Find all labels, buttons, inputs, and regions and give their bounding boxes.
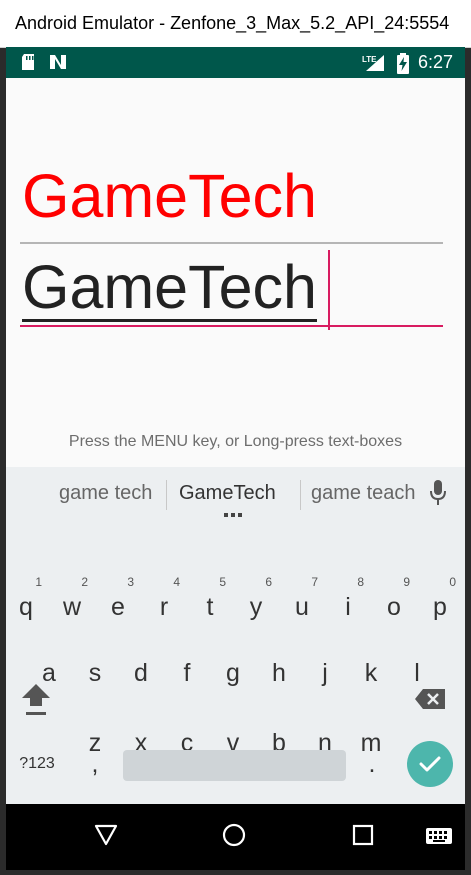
key-label: i	[345, 593, 351, 621]
more-suggestions-icon[interactable]	[224, 513, 242, 517]
key-label: g	[226, 659, 240, 687]
suggestion-3[interactable]: game teach	[311, 482, 416, 505]
home-icon[interactable]	[222, 823, 246, 847]
check-icon	[419, 756, 441, 772]
suggestion-bar: game tech GameTech game teach	[6, 467, 465, 523]
key-label: q	[19, 593, 33, 621]
microphone-icon[interactable]	[430, 480, 446, 506]
key-number-hint: 5	[219, 575, 226, 589]
lte-signal-icon: LTE	[362, 55, 384, 71]
text-input-value[interactable]: GameTech	[22, 257, 317, 322]
symbols-key[interactable]: ?123	[14, 741, 60, 787]
key-number-hint: 9	[403, 575, 410, 589]
key-i[interactable]: i8	[325, 576, 371, 630]
key-k[interactable]: k	[348, 650, 394, 696]
key-r[interactable]: r4	[141, 576, 187, 630]
key-number-hint: 7	[311, 575, 318, 589]
key-label: j	[322, 659, 328, 687]
key-h[interactable]: h	[256, 650, 302, 696]
key-number-hint: 6	[265, 575, 272, 589]
status-bar: LTE 6:27	[6, 47, 465, 78]
suggestion-1[interactable]: game tech	[59, 482, 152, 505]
backspace-icon	[415, 689, 445, 709]
svg-text:LTE: LTE	[362, 55, 377, 64]
status-clock: 6:27	[417, 52, 453, 72]
phone-screen: LTE 6:27 GameTech GameTech Press the MEN…	[6, 47, 465, 870]
heading-text: GameTech	[22, 162, 317, 230]
key-label: u	[295, 593, 309, 621]
text-cursor	[328, 250, 330, 330]
key-f[interactable]: f	[164, 650, 210, 696]
key-label: h	[272, 659, 286, 687]
key-label: e	[111, 593, 125, 621]
key-q[interactable]: q1	[6, 576, 49, 630]
key-t[interactable]: t5	[187, 576, 233, 630]
soft-keyboard: game tech GameTech game teach q1w2e3r4t5…	[6, 467, 465, 804]
key-label: p	[433, 593, 447, 621]
key-d[interactable]: d	[118, 650, 164, 696]
key-label: d	[134, 659, 148, 687]
back-icon[interactable]	[94, 824, 118, 846]
comma-key[interactable]: ,	[72, 741, 118, 787]
input-underline	[20, 325, 443, 327]
navigation-bar	[6, 804, 465, 870]
app-content: GameTech GameTech Press the MENU key, or…	[6, 78, 465, 484]
text-input-field[interactable]: GameTech	[20, 244, 443, 330]
window-title: Android Emulator - Zenfone_3_Max_5.2_API…	[15, 13, 450, 33]
shift-key[interactable]	[13, 676, 59, 722]
space-bar[interactable]	[123, 750, 346, 781]
key-number-hint: 2	[81, 575, 88, 589]
suggestion-2[interactable]: GameTech	[179, 482, 276, 505]
key-g[interactable]: g	[210, 650, 256, 696]
key-number-hint: 4	[173, 575, 180, 589]
key-w[interactable]: w2	[49, 576, 95, 630]
key-label: y	[249, 593, 263, 621]
key-label: o	[387, 593, 401, 621]
key-label: s	[88, 659, 102, 687]
recents-icon[interactable]	[352, 824, 374, 846]
key-label: f	[183, 659, 191, 687]
battery-charging-icon	[397, 53, 409, 74]
key-j[interactable]: j	[302, 650, 348, 696]
suggestion-separator	[300, 480, 301, 510]
key-label: t	[206, 593, 214, 621]
key-label: k	[364, 659, 378, 687]
hint-text: Press the MENU key, or Long-press text-b…	[68, 433, 403, 450]
key-number-hint: 3	[127, 575, 134, 589]
key-number-hint: 1	[35, 575, 42, 589]
sd-card-icon	[22, 54, 34, 70]
key-number-hint: 8	[357, 575, 364, 589]
window-titlebar: Android Emulator - Zenfone_3_Max_5.2_API…	[0, 0, 471, 48]
backspace-key[interactable]	[407, 676, 453, 722]
shift-arrow-icon	[22, 684, 50, 715]
n-notification-icon	[50, 55, 66, 69]
suggestion-separator	[166, 480, 167, 510]
key-y[interactable]: y6	[233, 576, 279, 630]
key-label: w	[62, 593, 82, 621]
key-u[interactable]: u7	[279, 576, 325, 630]
key-p[interactable]: p0	[417, 576, 463, 630]
period-key[interactable]: .	[349, 741, 395, 787]
keyboard-icon[interactable]	[426, 828, 452, 844]
enter-button[interactable]	[407, 741, 453, 787]
key-s[interactable]: s	[72, 650, 118, 696]
key-e[interactable]: e3	[95, 576, 141, 630]
key-label: r	[159, 593, 169, 621]
key-o[interactable]: o9	[371, 576, 417, 630]
key-number-hint: 0	[449, 575, 456, 589]
